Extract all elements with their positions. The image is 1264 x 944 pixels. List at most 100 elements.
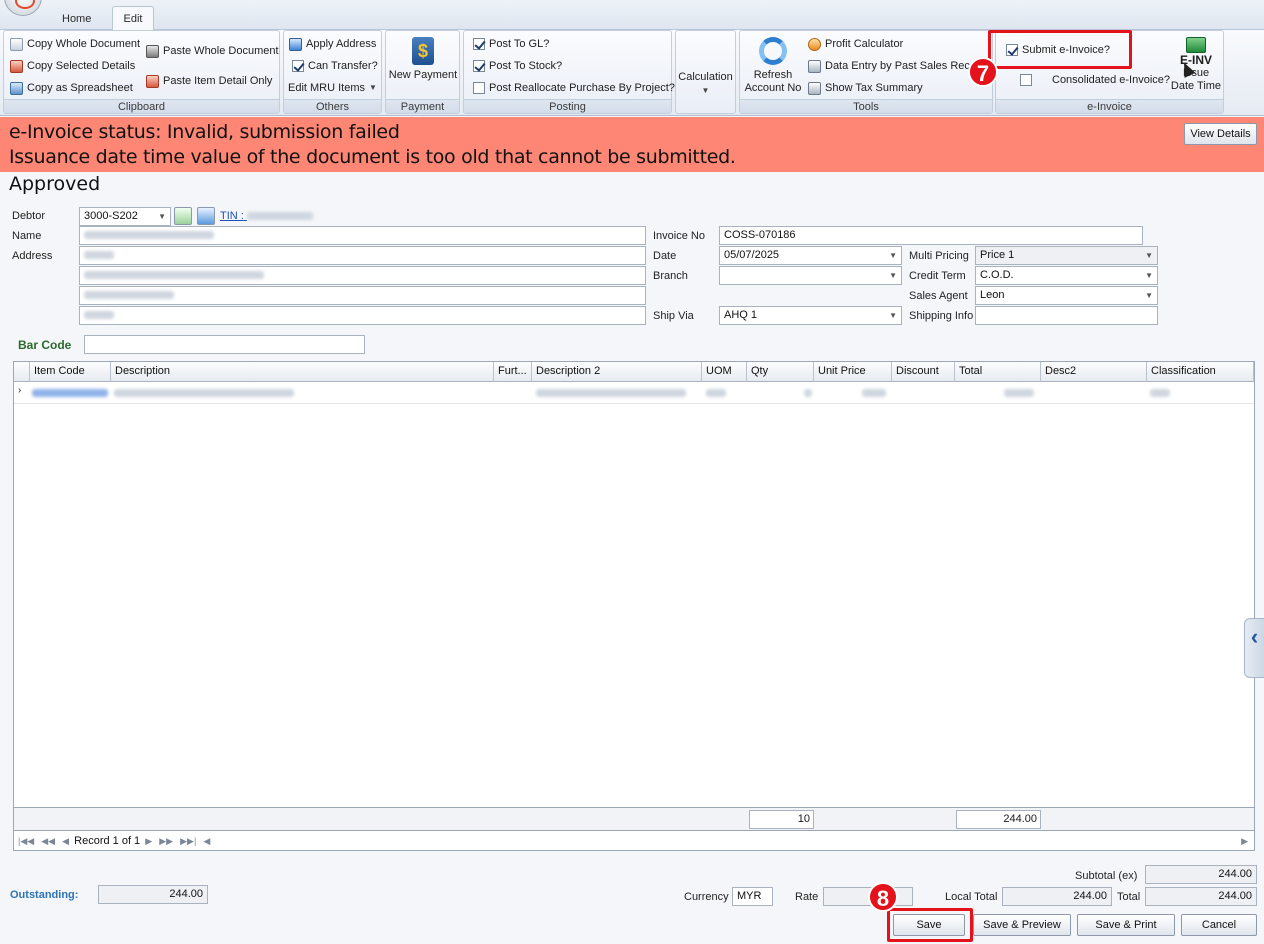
last-record-icon[interactable]: ▶▶| (180, 836, 196, 846)
tab-home[interactable]: Home (50, 6, 103, 30)
apply-address-button[interactable]: Apply Address (289, 35, 376, 53)
step-7-marker: 7 (968, 57, 998, 87)
view-details-button[interactable]: View Details (1184, 123, 1257, 145)
app-menu-button[interactable] (4, 0, 42, 16)
prev-page-icon[interactable]: ◀◀ (41, 836, 55, 846)
data-entry-icon (808, 59, 821, 73)
scroll-right-icon[interactable]: ▶ (1241, 832, 1248, 850)
local-total-value: 244.00 (1002, 887, 1112, 906)
save-preview-button[interactable]: Save & Preview (973, 914, 1071, 936)
row-indicator-header (14, 362, 30, 382)
spreadsheet-icon (10, 81, 23, 95)
column-further[interactable]: Furt... (494, 362, 532, 382)
paste-item-detail-button[interactable]: Paste Item Detail Only (146, 72, 272, 90)
can-transfer-checkbox[interactable]: Can Transfer? (292, 57, 378, 75)
copy-selected-details-button[interactable]: Copy Selected Details (10, 57, 135, 75)
chevron-down-icon: ▼ (1145, 271, 1153, 280)
dollar-icon: $ (412, 37, 434, 65)
post-stock-check-icon (473, 60, 485, 72)
currency-field[interactable]: MYR (732, 887, 773, 906)
prev-record-icon[interactable]: ◀ (62, 836, 69, 846)
calculation-dropdown[interactable]: Calculation ▼ (676, 71, 735, 97)
summary-total: 244.00 (956, 810, 1041, 829)
column-qty[interactable]: Qty (747, 362, 814, 382)
shipping-info-field[interactable] (975, 306, 1158, 325)
tools-group: Refresh Account No Profit Calculator Dat… (739, 30, 993, 114)
tools-group-label: Tools (740, 99, 992, 113)
copy-as-spreadsheet-button[interactable]: Copy as Spreadsheet (10, 79, 133, 97)
next-record-icon[interactable]: ▶ (145, 836, 152, 846)
debtor-select[interactable]: 3000-S202 ▼ (79, 207, 171, 226)
address-line-4[interactable] (79, 306, 646, 325)
chevron-down-icon: ▼ (158, 212, 166, 221)
summary-qty: 10 (749, 810, 814, 829)
paste-icon (146, 44, 159, 58)
currency-label: Currency (684, 891, 729, 903)
column-unit-price[interactable]: Unit Price (814, 362, 892, 382)
outstanding-value: 244.00 (98, 885, 208, 904)
profit-calculator-button[interactable]: Profit Calculator (808, 35, 903, 53)
multi-pricing-select[interactable]: Price 1 ▼ (975, 246, 1158, 265)
new-payment-button[interactable]: $ New Payment (388, 37, 458, 82)
post-to-stock-checkbox[interactable]: Post To Stock? (473, 57, 562, 75)
sales-agent-select[interactable]: Leon ▼ (975, 286, 1158, 305)
show-tax-summary-button[interactable]: Show Tax Summary (808, 79, 923, 97)
column-total[interactable]: Total (955, 362, 1041, 382)
address-label: Address (12, 250, 53, 262)
side-panel-toggle[interactable]: ‹ (1244, 618, 1264, 678)
tin-link[interactable]: TIN : (220, 210, 313, 222)
row-pointer-icon: › (18, 385, 22, 396)
copy-whole-document-button[interactable]: Copy Whole Document (10, 35, 140, 53)
submit-einvoice-highlight (988, 30, 1132, 69)
column-description-2[interactable]: Description 2 (532, 362, 702, 382)
can-transfer-check-icon (292, 60, 304, 72)
invoice-no-field[interactable]: COSS-070186 (719, 226, 1143, 245)
edit-mru-items-dropdown[interactable]: Edit MRU Items ▼ (288, 79, 377, 97)
scroll-left-icon[interactable]: ◀ (203, 836, 210, 846)
sales-agent-label: Sales Agent (909, 290, 968, 302)
first-record-icon[interactable]: |◀◀ (18, 836, 34, 846)
debtor-refresh-icon[interactable] (197, 207, 215, 225)
data-entry-past-sales-button[interactable]: Data Entry by Past Sales Reco (808, 57, 993, 75)
ship-via-select[interactable]: AHQ 1 ▼ (719, 306, 902, 325)
document-status-label: Approved (9, 173, 101, 195)
calculation-group: Calculation ▼ (675, 30, 736, 114)
name-field[interactable] (79, 226, 646, 245)
column-discount[interactable]: Discount (892, 362, 955, 382)
address-line-2[interactable] (79, 266, 646, 285)
post-reallocate-checkbox[interactable]: Post Reallocate Purchase By Project? (473, 79, 675, 97)
column-classification[interactable]: Classification (1147, 362, 1254, 382)
date-field[interactable]: 05/07/2025 ▼ (719, 246, 902, 265)
column-desc2[interactable]: Desc2 (1041, 362, 1147, 382)
einvoice-status-text: e-Invoice status: Invalid, submission fa… (9, 121, 400, 143)
einv-icon (1186, 37, 1206, 53)
einvoice-status-banner: e-Invoice status: Invalid, submission fa… (0, 117, 1264, 172)
cancel-button[interactable]: Cancel (1181, 914, 1257, 936)
next-page-icon[interactable]: ▶▶ (159, 836, 173, 846)
local-total-label: Local Total (945, 891, 998, 903)
consolidated-einvoice-checkbox[interactable]: Consolidated e-Invoice? (1020, 71, 1170, 89)
paste-item-icon (146, 74, 159, 88)
bar-code-input[interactable] (84, 335, 365, 354)
posting-group-label: Posting (464, 99, 671, 113)
address-line-3[interactable] (79, 286, 646, 305)
chevron-down-icon: ▼ (701, 86, 710, 95)
tab-edit[interactable]: Edit (112, 6, 154, 30)
save-print-button[interactable]: Save & Print (1077, 914, 1175, 936)
item-detail-grid: Item Code Description Furt... Descriptio… (13, 361, 1255, 851)
debtor-lookup-icon[interactable] (174, 207, 192, 225)
chevron-down-icon: ▼ (889, 311, 897, 320)
address-line-1[interactable] (79, 246, 646, 265)
table-row[interactable]: › (14, 382, 1254, 404)
paste-whole-document-button[interactable]: Paste Whole Document (146, 42, 279, 60)
post-to-gl-checkbox[interactable]: Post To GL? (473, 35, 549, 53)
refresh-account-no-button[interactable]: Refresh Account No (742, 37, 804, 95)
column-item-code[interactable]: Item Code (30, 362, 111, 382)
record-indicator: Record 1 of 1 (74, 835, 141, 847)
issue-date-time-button[interactable]: E-INV Issue Date Time (1168, 37, 1224, 93)
column-uom[interactable]: UOM (702, 362, 747, 382)
branch-select[interactable]: ▼ (719, 266, 902, 285)
column-description[interactable]: Description (111, 362, 494, 382)
credit-term-select[interactable]: C.O.D. ▼ (975, 266, 1158, 285)
others-group-label: Others (284, 99, 381, 113)
